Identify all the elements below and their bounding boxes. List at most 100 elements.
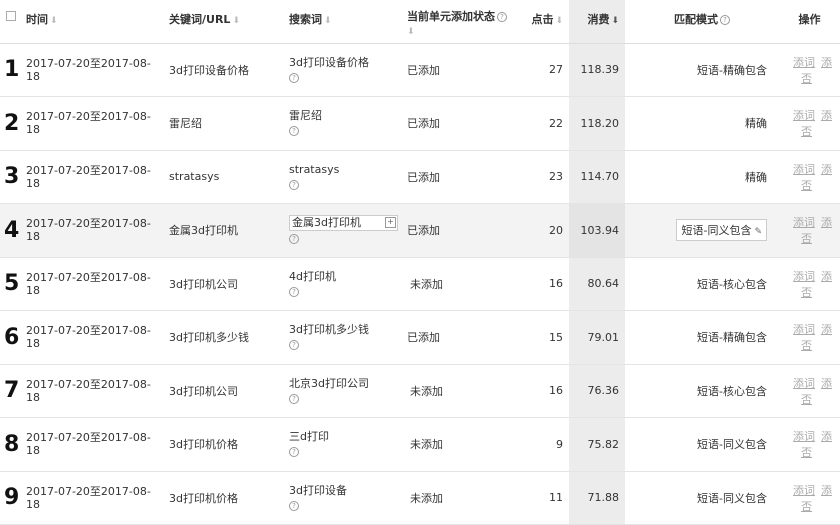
status-cell: 未添加 (410, 384, 443, 398)
match-mode-text: 短语-核心包含 (697, 384, 767, 398)
ops-cell: 添词 添否 (779, 257, 840, 311)
help-icon[interactable]: ? (289, 500, 299, 511)
table-row: 6 2017-07-20至2017-08-18 3d打印机多少钱 3d打印机多少… (0, 310, 840, 365)
table-row: 2 2017-07-20至2017-08-18 雷尼绍 雷尼绍 ? 已添加 22… (0, 96, 840, 151)
help-icon[interactable]: ? (289, 179, 299, 190)
search-term-text: 三d打印 (289, 430, 329, 444)
ops-cell: 添词 添否 (779, 364, 840, 418)
col-status[interactable]: 当前单元添加状态? ⬇ (407, 0, 515, 44)
add-word-link[interactable]: 添词 (793, 377, 815, 390)
status-cell: 已添加 (407, 170, 440, 184)
match-mode-cell: 短语-同义包含 (625, 471, 779, 525)
keyword-cell: 3d打印机多少钱 (169, 331, 249, 345)
col-match-mode: 匹配模式? (625, 0, 779, 44)
match-mode-cell[interactable]: 短语-同义包含 ✎ (625, 204, 779, 258)
add-word-link[interactable]: 添词 (793, 56, 815, 69)
match-mode-edit-box[interactable]: 短语-同义包含 ✎ (676, 219, 767, 242)
clicks-cell: 15 (549, 330, 563, 344)
col-cost[interactable]: 消费 ⬇ (569, 0, 625, 44)
help-icon[interactable]: ? (289, 126, 299, 137)
help-icon[interactable]: ? (720, 15, 730, 25)
sort-icon[interactable]: ⬇ (324, 16, 332, 26)
clicks-cell: 22 (549, 116, 563, 130)
match-mode-cell: 短语-核心包含 (625, 364, 779, 418)
col-clicks[interactable]: 点击 ⬇ (515, 0, 569, 44)
help-icon[interactable]: ? (289, 72, 299, 83)
cost-cell: 71.88 (569, 471, 625, 525)
time-cell: 2017-07-20至2017-08-18 (26, 311, 169, 365)
ops-cell: 添词 添否 (779, 204, 840, 258)
time-range: 2017-07-20至2017-08-18 (26, 324, 151, 351)
keyword-cell: 3d打印机公司 (169, 384, 238, 398)
search-term-edit-box[interactable]: 金属3d打印机 + (289, 215, 398, 232)
sort-active-icon[interactable]: ⬇ (611, 16, 619, 26)
cost-cell: 79.01 (569, 310, 625, 364)
search-term-cell: 金属3d打印机 + ? (289, 204, 407, 258)
clicks-cell: 23 (549, 170, 563, 184)
match-mode-text: 精确 (745, 117, 767, 131)
plus-icon[interactable]: + (385, 217, 396, 229)
table-row: 7 2017-07-20至2017-08-18 3d打印机公司 北京3d打印公司… (0, 364, 840, 418)
help-icon[interactable]: ? (289, 340, 299, 351)
col-keyword[interactable]: 关键词/URL ⬇ (169, 0, 289, 44)
search-term-cell: 雷尼绍 ? (289, 97, 407, 151)
add-word-link[interactable]: 添词 (793, 430, 815, 443)
select-all-cell[interactable] (0, 0, 26, 44)
row-number: 3 (4, 164, 20, 190)
status-cell: 未添加 (410, 491, 443, 505)
status-cell: 已添加 (407, 117, 440, 131)
time-cell: 2017-07-20至2017-08-18 (26, 43, 169, 97)
row-number: 4 (4, 217, 20, 243)
time-cell: 2017-07-20至2017-08-18 (26, 257, 169, 311)
match-mode-cell: 短语-同义包含 (625, 418, 779, 472)
sort-icon[interactable]: ⬇ (50, 16, 58, 26)
table-header-row: 时间 ⬇ 关键词/URL ⬇ 搜索词 ⬇ 当前单元添加状态? ⬇ 点击 ⬇ 消费 ⬇ 匹配模… (0, 0, 840, 44)
add-word-link[interactable]: 添词 (793, 216, 815, 229)
add-word-link[interactable]: 添词 (793, 270, 815, 283)
search-term-cell: 4d打印机 ? (289, 257, 407, 311)
search-term-text: 北京3d打印公司 (289, 376, 369, 390)
sort-icon[interactable]: ⬇ (407, 27, 415, 37)
search-term-text: 3d打印设备价格 (289, 55, 369, 69)
time-cell: 2017-07-20至2017-08-18 (26, 364, 169, 418)
add-word-link[interactable]: 添词 (793, 109, 815, 122)
time-cell: 2017-07-20至2017-08-18 (26, 150, 169, 204)
time-cell: 2017-07-20至2017-08-18 (26, 204, 169, 258)
select-all-checkbox[interactable] (6, 11, 16, 21)
help-icon[interactable]: ? (289, 286, 299, 297)
ops-cell: 添词 添否 (779, 97, 840, 151)
ops-cell: 添词 添否 (779, 471, 840, 525)
edit-icon[interactable]: ✎ (754, 227, 762, 237)
search-term-cell: 3d打印机多少钱 ? (289, 311, 407, 365)
clicks-cell: 16 (549, 277, 563, 291)
match-mode-text: 短语-同义包含 (697, 491, 767, 505)
keyword-cell: 3d打印机价格 (169, 438, 238, 452)
add-word-link[interactable]: 添词 (793, 163, 815, 176)
help-icon[interactable]: ? (289, 234, 299, 245)
add-word-link[interactable]: 添词 (793, 484, 815, 497)
keyword-cell: 3d打印机公司 (169, 277, 238, 291)
sort-icon[interactable]: ⬇ (232, 16, 240, 26)
add-word-link[interactable]: 添词 (793, 323, 815, 336)
match-mode-cell: 短语-精确包含 (625, 311, 779, 365)
sort-icon[interactable]: ⬇ (555, 16, 563, 26)
help-icon[interactable]: ? (497, 12, 507, 22)
time-range: 2017-07-20至2017-08-18 (26, 484, 151, 511)
search-term-text: stratasys (289, 162, 340, 176)
row-number: 7 (4, 378, 20, 404)
cost-cell: 76.36 (569, 364, 625, 418)
cost-cell: 118.20 (569, 96, 625, 150)
table-row: 1 2017-07-20至2017-08-18 3d打印设备价格 3d打印设备价… (0, 43, 840, 97)
time-range: 2017-07-20至2017-08-18 (26, 270, 151, 297)
search-term-text: 3d打印设备 (289, 483, 347, 497)
clicks-cell: 16 (549, 384, 563, 398)
help-icon[interactable]: ? (289, 393, 299, 404)
row-number: 9 (4, 485, 20, 511)
cost-cell: 114.70 (569, 150, 625, 204)
table-row: 4 2017-07-20至2017-08-18 金属3d打印机 金属3d打印机 +… (0, 203, 840, 258)
time-range: 2017-07-20至2017-08-18 (26, 56, 151, 83)
col-search-term[interactable]: 搜索词 ⬇ (289, 0, 407, 44)
col-time[interactable]: 时间 ⬇ (26, 0, 169, 44)
table-row: 9 2017-07-20至2017-08-18 3d打印机价格 3d打印设备 ?… (0, 471, 840, 525)
help-icon[interactable]: ? (289, 447, 299, 458)
